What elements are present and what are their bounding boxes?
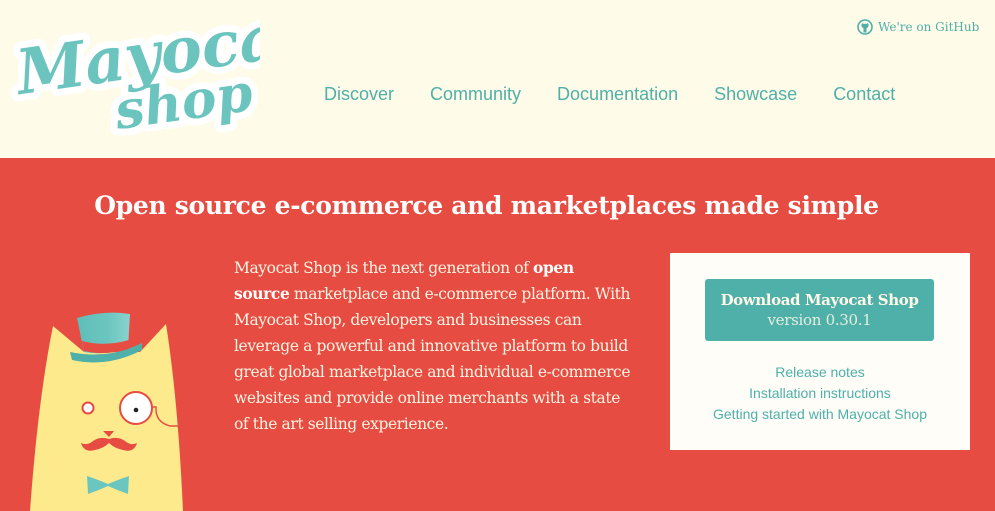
github-icon (857, 19, 873, 35)
nav-contact[interactable]: Contact (833, 83, 895, 105)
nav-discover[interactable]: Discover (324, 83, 394, 105)
nav-community[interactable]: Community (430, 83, 521, 105)
site-header: Mayocat shop Mayocat shop We're on GitHu… (0, 0, 995, 158)
hero-description: Mayocat Shop is the next generation of o… (234, 255, 634, 437)
cat-right-pupil (133, 407, 139, 413)
description-text-start: Mayocat Shop is the next generation of (234, 259, 533, 277)
installation-instructions-link[interactable]: Installation instructions (670, 383, 970, 404)
cat-left-eye (81, 401, 95, 415)
download-button-version: version 0.30.1 (767, 311, 872, 329)
cat-mascot-illustration (30, 312, 183, 511)
nav-documentation[interactable]: Documentation (557, 83, 678, 105)
release-notes-link[interactable]: Release notes (670, 362, 970, 383)
github-link[interactable]: We're on GitHub (857, 19, 979, 35)
download-button[interactable]: Download Mayocat Shop version 0.30.1 (705, 279, 934, 341)
nav-showcase[interactable]: Showcase (714, 83, 797, 105)
download-button-title: Download Mayocat Shop (720, 291, 919, 309)
main-nav: Discover Community Documentation Showcas… (324, 83, 895, 105)
mayocat-shop-logo[interactable]: Mayocat shop Mayocat shop (10, 8, 260, 138)
download-links: Release notes Installation instructions … (670, 362, 970, 425)
download-card: Download Mayocat Shop version 0.30.1 Rel… (670, 253, 970, 450)
github-label: We're on GitHub (878, 20, 980, 34)
description-text-end: marketplace and e-commerce platform. Wit… (234, 285, 631, 433)
getting-started-link[interactable]: Getting started with Mayocat Shop (670, 404, 970, 425)
hero-title: Open source e-commerce and marketplaces … (94, 191, 879, 220)
